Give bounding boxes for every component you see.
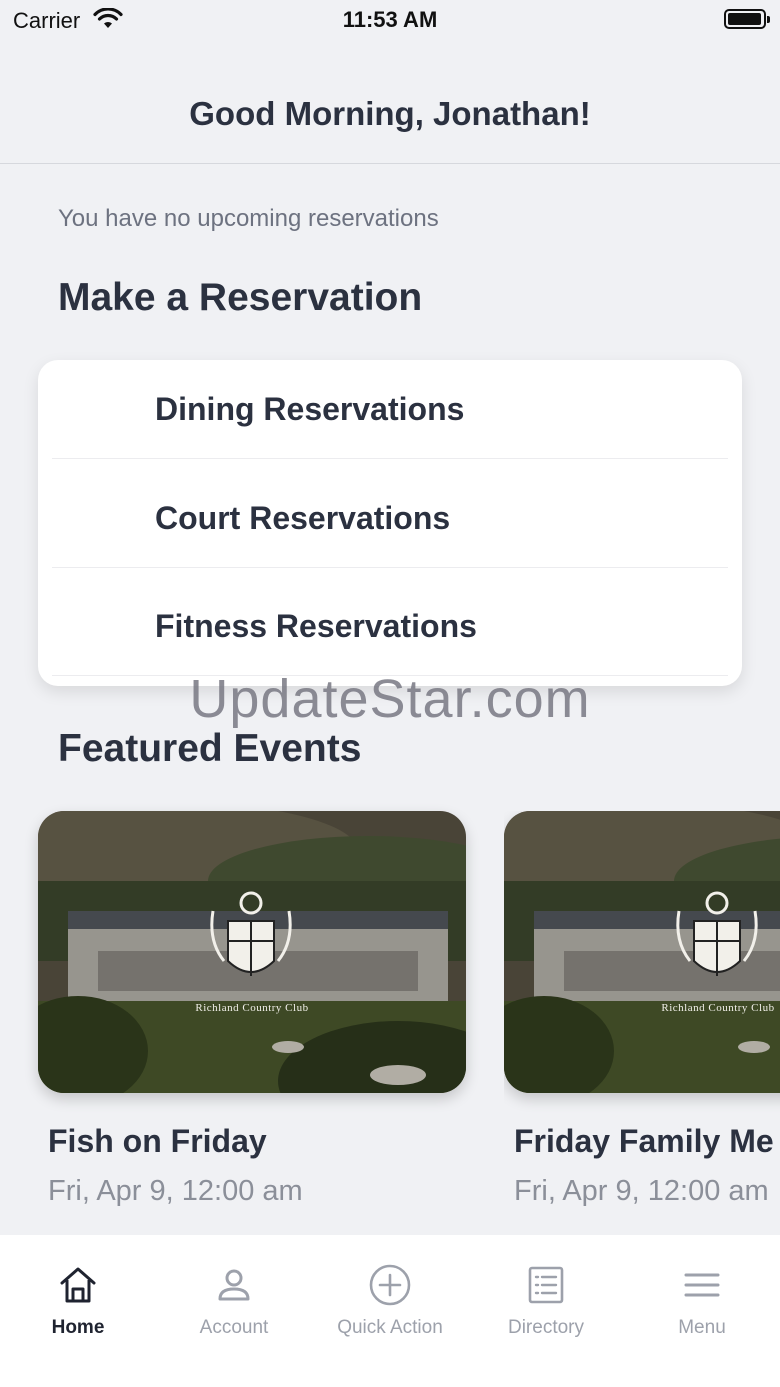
club-logo-text: Richland Country Club (661, 1002, 775, 1014)
home-icon (60, 1267, 96, 1303)
event-date: Fri, Apr 9, 12:00 am (48, 1175, 303, 1207)
tab-label: Home (51, 1317, 105, 1338)
tab-label: Menu (678, 1317, 726, 1338)
reservation-card: Dining Reservations Court Reservations F… (38, 360, 742, 686)
event-date: Fri, Apr 9, 12:00 am (514, 1175, 769, 1207)
tab-menu[interactable]: Menu (624, 1235, 780, 1355)
watermark: UpdateStar.com (189, 669, 591, 729)
status-time: 11:53 AM (342, 7, 438, 32)
person-icon (218, 1269, 250, 1301)
hamburger-icon (684, 1273, 720, 1297)
tab-home[interactable]: Home (0, 1235, 156, 1355)
tab-bar: Home Account Quick Action Directory Menu (0, 1235, 780, 1387)
greeting-title: Good Morning, Jonathan! (189, 95, 591, 132)
plus-circle-icon (369, 1264, 411, 1306)
event-title: Friday Family Me (514, 1123, 774, 1159)
dining-reservations-label: Dining Reservations (155, 391, 465, 427)
event-image: Richland Country Club (38, 811, 466, 1093)
club-logo-text: Richland Country Club (195, 1002, 309, 1014)
list-document-icon (528, 1266, 564, 1304)
tab-label: Directory (507, 1317, 584, 1338)
header-divider (0, 163, 780, 164)
divider (52, 567, 728, 568)
fitness-reservations-label: Fitness Reservations (155, 608, 477, 644)
tab-directory[interactable]: Directory (468, 1235, 624, 1355)
battery-icon (724, 9, 770, 29)
featured-events-title: Featured Events (58, 727, 362, 770)
tab-label: Quick Action (337, 1317, 443, 1338)
event-image: Richland Country Club (504, 811, 780, 1093)
divider (52, 458, 728, 459)
court-reservations-item[interactable]: Court Reservations (38, 469, 742, 577)
tab-label: Account (199, 1317, 269, 1338)
court-reservations-label: Court Reservations (155, 500, 451, 536)
dining-reservations-item[interactable]: Dining Reservations (38, 360, 742, 468)
status-bar: Carrier 11:53 AM (0, 0, 780, 40)
tab-quick-action[interactable]: Quick Action (312, 1235, 468, 1355)
tab-account[interactable]: Account (156, 1235, 312, 1355)
event-title: Fish on Friday (48, 1123, 267, 1159)
no-reservations-message: You have no upcoming reservations (58, 205, 439, 232)
make-reservation-title: Make a Reservation (58, 276, 423, 319)
event-card[interactable]: Richland Country Club Friday Family Me F… (504, 811, 780, 1231)
